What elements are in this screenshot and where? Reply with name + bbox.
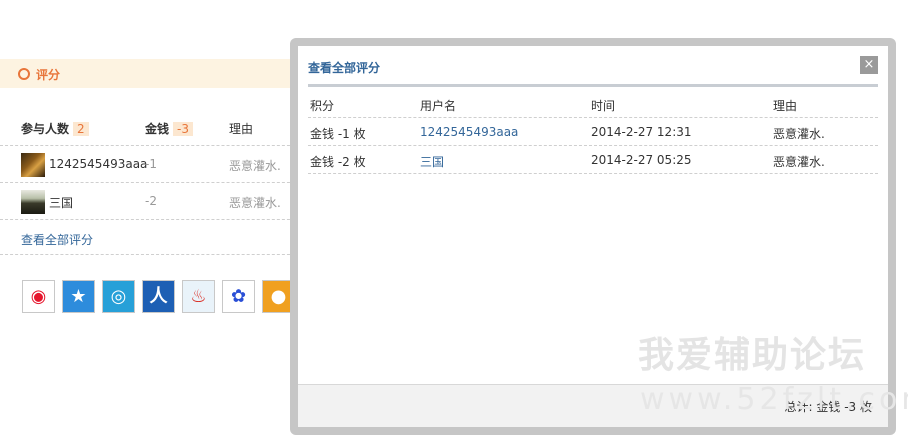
cell-time: 2014-2-27 12:31 bbox=[591, 125, 692, 139]
column-header-reason: 理由 bbox=[773, 99, 798, 113]
table-row: 金钱 -1 枚 1242545493aaa 2014-2-27 12:31 恶意… bbox=[308, 118, 878, 146]
divider bbox=[0, 219, 300, 220]
rating-row: 三国 -2 恶意灌水. bbox=[0, 183, 300, 219]
rating-header-row: 参与人数 2 金钱 -3 理由 bbox=[0, 120, 300, 144]
tencent-weibo-icon[interactable]: ◎ bbox=[102, 280, 135, 313]
rating-reason: 恶意灌水. bbox=[229, 159, 281, 173]
money-header: 金钱 -3 bbox=[145, 120, 193, 137]
rating-money: -1 bbox=[145, 157, 157, 171]
renren-icon[interactable]: 人 bbox=[142, 280, 175, 313]
cell-username-link[interactable]: 三国 bbox=[420, 153, 444, 170]
column-header-time: 时间 bbox=[591, 99, 616, 113]
table-row: 金钱 -2 枚 三国 2014-2-27 05:25 恶意灌水. bbox=[308, 146, 878, 174]
rating-reason: 恶意灌水. bbox=[229, 196, 281, 210]
view-all-ratings-link[interactable]: 查看全部评分 bbox=[21, 231, 93, 248]
column-header-username: 用户名 bbox=[420, 99, 457, 113]
column-header-score: 积分 bbox=[310, 99, 335, 113]
rating-section-title: 评分 bbox=[36, 68, 61, 82]
participants-header: 参与人数 2 bbox=[21, 120, 89, 137]
dialog-title: 查看全部评分 bbox=[308, 61, 381, 75]
watermark-text: 我爱辅助论坛 bbox=[638, 335, 867, 376]
sohu-weibo-icon[interactable]: ♨ bbox=[182, 280, 215, 313]
qzone-icon[interactable]: ★ bbox=[62, 280, 95, 313]
baidu-icon[interactable]: ✿ bbox=[222, 280, 255, 313]
avatar[interactable] bbox=[21, 153, 45, 177]
cell-username-link[interactable]: 1242545493aaa bbox=[420, 125, 518, 139]
rating-money: -2 bbox=[145, 194, 157, 208]
cell-score: 金钱 -2 枚 bbox=[310, 155, 366, 169]
cell-time: 2014-2-27 05:25 bbox=[591, 153, 692, 167]
rating-section-header: 评分 bbox=[0, 59, 300, 88]
close-button[interactable]: × bbox=[860, 56, 878, 74]
rating-username[interactable]: 1242545493aaa bbox=[49, 157, 147, 171]
reason-header: 理由 bbox=[229, 122, 254, 136]
participants-label: 参与人数 bbox=[21, 122, 70, 136]
rating-row: 1242545493aaa -1 恶意灌水. bbox=[0, 146, 300, 182]
divider bbox=[0, 254, 300, 255]
cell-reason: 恶意灌水. bbox=[773, 127, 825, 141]
cell-score: 金钱 -1 枚 bbox=[310, 127, 366, 141]
money-total-badge: -3 bbox=[173, 122, 193, 136]
rating-username[interactable]: 三国 bbox=[49, 194, 73, 211]
weibo-icon[interactable]: ◉ bbox=[22, 280, 55, 313]
ratings-table: 积分 用户名 时间 理由 金钱 -1 枚 1242545493aaa 2014-… bbox=[308, 90, 878, 174]
watermark-url: www.52fzlt.com bbox=[640, 382, 908, 417]
participants-count-badge: 2 bbox=[73, 122, 89, 136]
avatar[interactable] bbox=[21, 190, 45, 214]
divider bbox=[308, 84, 878, 87]
table-header-row: 积分 用户名 时间 理由 bbox=[308, 90, 878, 118]
money-label: 金钱 bbox=[145, 122, 170, 136]
cell-reason: 恶意灌水. bbox=[773, 155, 825, 169]
circle-icon bbox=[18, 68, 30, 80]
